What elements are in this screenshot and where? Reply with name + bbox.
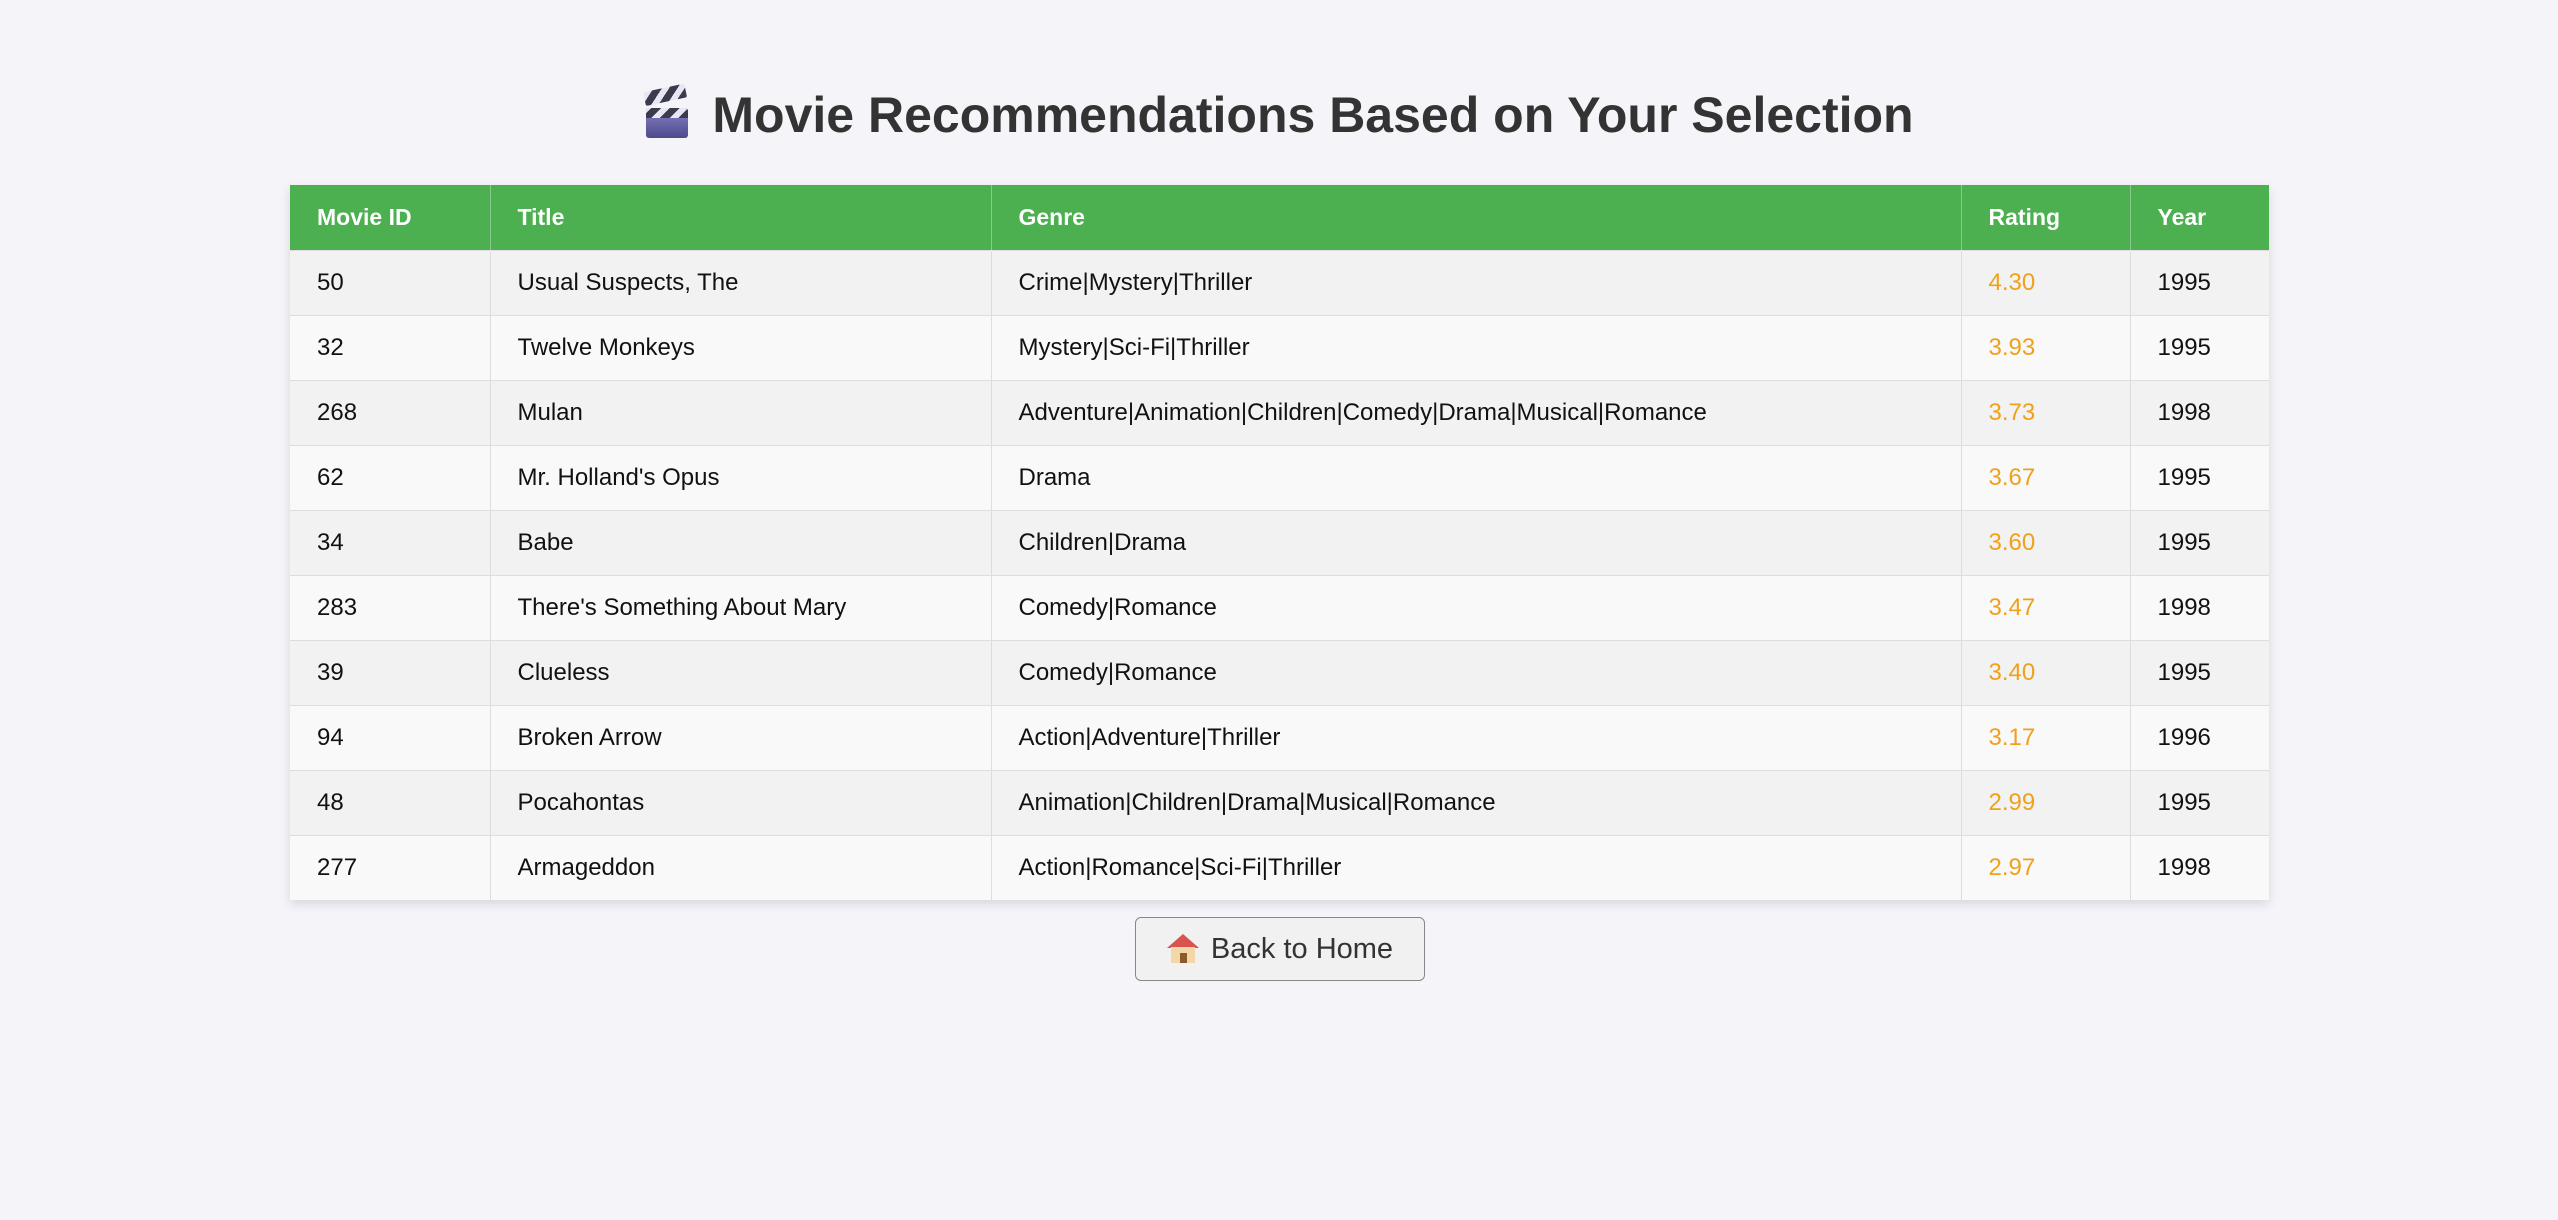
cell-rating: 3.67 — [1961, 445, 2131, 510]
cell-genre: Children|Drama — [991, 510, 1962, 575]
recommendations-table: Movie ID Title Genre Rating Year 50 Usua… — [290, 185, 2269, 900]
clapper-board-icon — [643, 83, 690, 140]
cell-year: 1995 — [2157, 788, 2211, 816]
table-row: 32 Twelve Monkeys Mystery|Sci-Fi|Thrille… — [290, 315, 2269, 380]
back-to-home-button[interactable]: Back to Home — [1135, 917, 1425, 981]
cell-rating: 3.47 — [1961, 575, 2131, 640]
cell-genre: Comedy|Romance — [991, 575, 1962, 640]
house-icon — [1166, 934, 1199, 964]
cell-genre: Adventure|Animation|Children|Comedy|Dram… — [991, 380, 1962, 445]
cell-title: There's Something About Mary — [490, 575, 992, 640]
recommendations-table-container: Movie ID Title Genre Rating Year 50 Usua… — [290, 185, 2269, 900]
cell-title: Mr. Holland's Opus — [490, 445, 992, 510]
cell-title: Mulan — [490, 380, 992, 445]
cell-title: Pocahontas — [490, 770, 992, 835]
cell-movie-id: 283 — [290, 575, 491, 640]
header-title: Title — [490, 185, 992, 250]
cell-rating: 3.60 — [1961, 510, 2131, 575]
page-title: Movie Recommendations Based on Your Sele… — [0, 82, 2558, 148]
cell-movie-id: 277 — [290, 835, 491, 900]
cell-movie-id: 268 — [290, 380, 491, 445]
cell-title: Twelve Monkeys — [490, 315, 992, 380]
table-row: 283 There's Something About Mary Comedy|… — [290, 575, 2269, 640]
cell-rating: 3.93 — [1961, 315, 2131, 380]
cell-year: 1995 — [2157, 333, 2211, 361]
cell-year: 1995 — [2157, 658, 2211, 686]
cell-rating: 3.17 — [1961, 705, 2131, 770]
cell-year: 1996 — [2157, 723, 2211, 751]
cell-movie-id: 32 — [290, 315, 491, 380]
cell-rating: 3.73 — [1961, 380, 2131, 445]
cell-genre: Mystery|Sci-Fi|Thriller — [991, 315, 1962, 380]
cell-year: 1998 — [2157, 398, 2211, 426]
table-row: 268 Mulan Adventure|Animation|Children|C… — [290, 380, 2269, 445]
cell-year: 1995 — [2157, 528, 2211, 556]
table-row: 62 Mr. Holland's Opus Drama 3.67 1995 — [290, 445, 2269, 510]
cell-year: 1995 — [2157, 268, 2211, 296]
cell-rating: 2.97 — [1961, 835, 2131, 900]
cell-year: 1995 — [2157, 463, 2211, 491]
cell-movie-id: 62 — [290, 445, 491, 510]
table-row: 50 Usual Suspects, The Crime|Mystery|Thr… — [290, 250, 2269, 315]
header-genre: Genre — [991, 185, 1962, 250]
cell-genre: Drama — [991, 445, 1962, 510]
back-to-home-label: Back to Home — [1210, 932, 1394, 965]
table-row: 39 Clueless Comedy|Romance 3.40 1995 — [290, 640, 2269, 705]
cell-movie-id: 39 — [290, 640, 491, 705]
cell-genre: Animation|Children|Drama|Musical|Romance — [991, 770, 1962, 835]
cell-genre: Crime|Mystery|Thriller — [991, 250, 1962, 315]
cell-year: 1998 — [2157, 853, 2211, 881]
cell-genre: Comedy|Romance — [991, 640, 1962, 705]
header-rating: Rating — [1961, 185, 2131, 250]
table-header-row: Movie ID Title Genre Rating Year — [290, 185, 2269, 250]
cell-movie-id: 48 — [290, 770, 491, 835]
cell-title: Babe — [490, 510, 992, 575]
cell-rating: 3.40 — [1961, 640, 2131, 705]
cell-title: Usual Suspects, The — [490, 250, 992, 315]
header-year: Year — [2157, 203, 2207, 230]
cell-movie-id: 34 — [290, 510, 491, 575]
cell-genre: Action|Romance|Sci-Fi|Thriller — [991, 835, 1962, 900]
cell-rating: 4.30 — [1961, 250, 2131, 315]
cell-title: Armageddon — [490, 835, 992, 900]
cell-genre: Action|Adventure|Thriller — [991, 705, 1962, 770]
cell-rating: 2.99 — [1961, 770, 2131, 835]
cell-year: 1998 — [2157, 593, 2211, 621]
cell-title: Clueless — [490, 640, 992, 705]
cell-movie-id: 50 — [290, 250, 491, 315]
table-row: 94 Broken Arrow Action|Adventure|Thrille… — [290, 705, 2269, 770]
table-row: 34 Babe Children|Drama 3.60 1995 — [290, 510, 2269, 575]
header-movie-id: Movie ID — [290, 185, 491, 250]
cell-movie-id: 94 — [290, 705, 491, 770]
table-row: 277 Armageddon Action|Romance|Sci-Fi|Thr… — [290, 835, 2269, 900]
cell-title: Broken Arrow — [490, 705, 992, 770]
table-row: 48 Pocahontas Animation|Children|Drama|M… — [290, 770, 2269, 835]
page-title-text: Movie Recommendations Based on Your Sele… — [712, 87, 1914, 143]
